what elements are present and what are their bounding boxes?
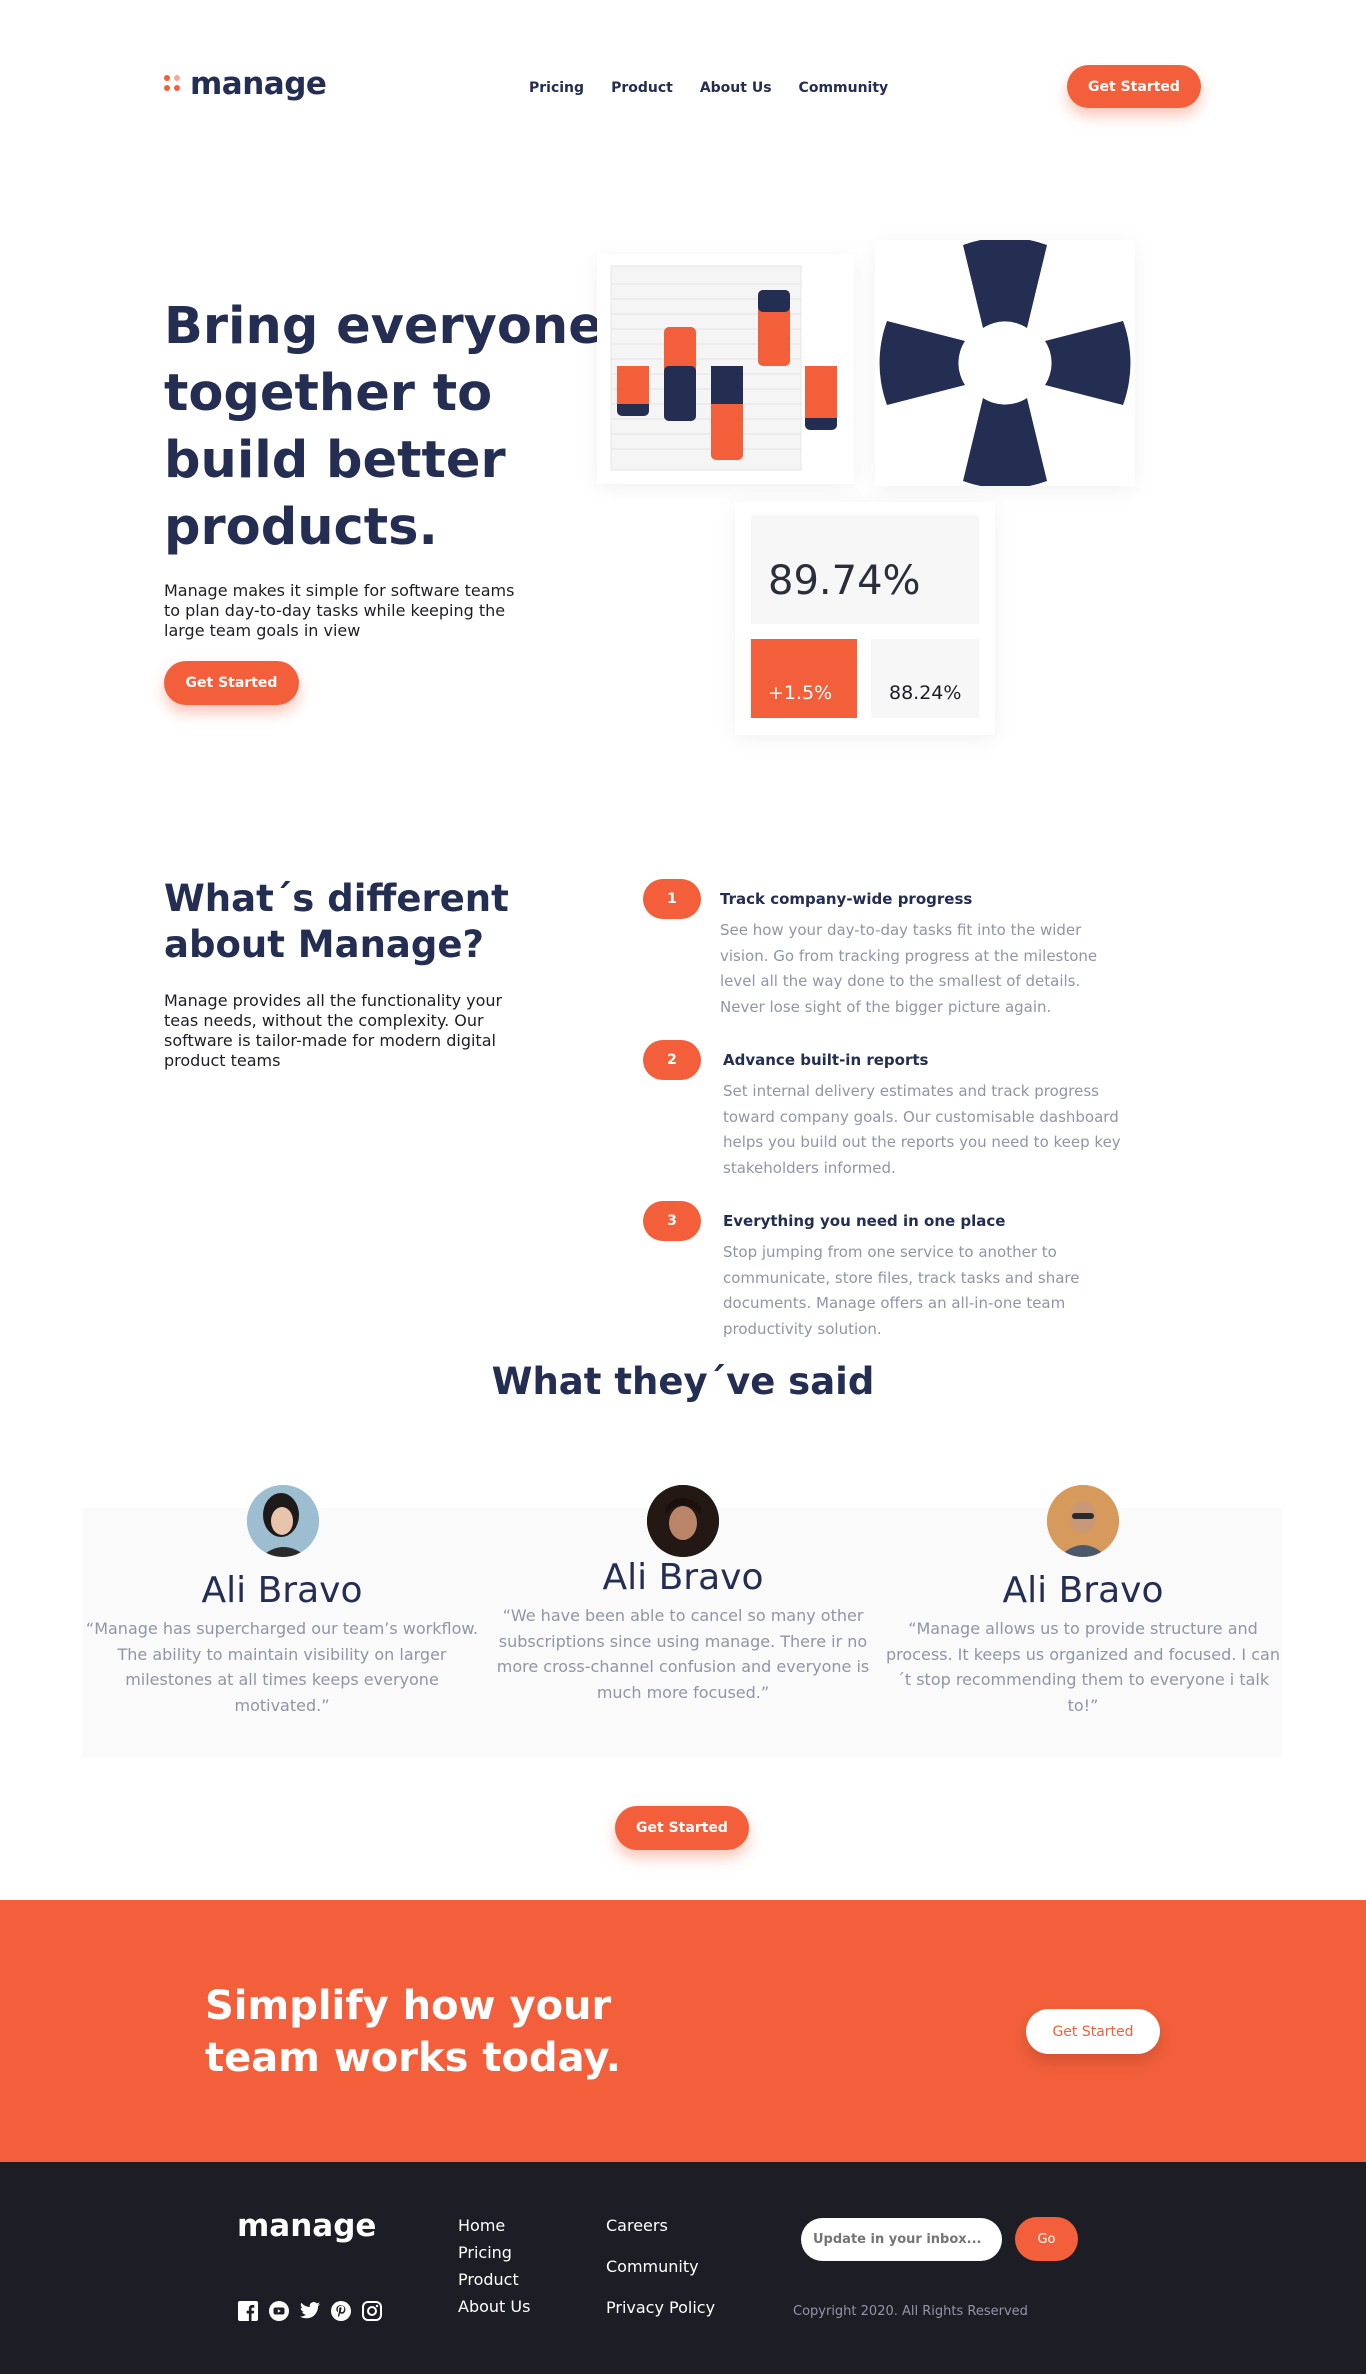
hero-description: Manage makes it simple for software team… [164, 581, 515, 640]
footer-link-community[interactable]: Community [606, 2257, 715, 2276]
footer-logo[interactable]: manage [237, 2208, 376, 2244]
footer-link-privacy-policy[interactable]: Privacy Policy [606, 2298, 715, 2317]
logo-mark-icon [164, 75, 182, 93]
stat-secondary-value: 88.24% [889, 682, 962, 704]
nav-item-about-us[interactable]: About Us [700, 80, 772, 96]
feature-text-2: Set internal delivery estimates and trac… [723, 1082, 1121, 1177]
footer-link-product[interactable]: Product [458, 2270, 530, 2289]
youtube-icon[interactable] [268, 2300, 289, 2321]
header-get-started-button[interactable]: Get Started [1067, 65, 1201, 108]
main-nav: Pricing Product About Us Community [529, 80, 888, 96]
hero-title: Bring everyone together to build better … [164, 297, 603, 557]
feature-number-2: 2 [643, 1040, 701, 1080]
newsletter-go-button[interactable]: Go [1015, 2217, 1078, 2261]
testimonial-name-1: Ali Bravo [201, 1570, 363, 1611]
pie-chart-graphic [879, 237, 1131, 489]
logo[interactable]: manage [164, 66, 327, 102]
newsletter-email-input[interactable] [801, 2218, 1002, 2261]
logo-text: manage [190, 66, 327, 102]
cta-title: Simplify how your team works today. [205, 1983, 621, 2081]
social-links [237, 2300, 382, 2321]
pinterest-icon[interactable] [330, 2300, 351, 2321]
feature-title-2: Advance built-in reports [723, 1051, 929, 1069]
copyright-text: Copyright 2020. All Rights Reserved [793, 2304, 1028, 2319]
testimonial-quote-2: “We have been able to cancel so many oth… [496, 1606, 870, 1702]
cta-get-started-button[interactable]: Get Started [1026, 2009, 1160, 2054]
feature-number-3: 3 [643, 1201, 701, 1241]
feature-text-1: See how your day-to-day tasks fit into t… [720, 921, 1098, 1016]
avatar [247, 1485, 319, 1557]
stat-change-value: +1.5% [768, 682, 833, 704]
avatar [1047, 1485, 1119, 1557]
feature-title-1: Track company-wide progress [720, 890, 973, 908]
footer-link-pricing[interactable]: Pricing [458, 2243, 530, 2262]
nav-item-product[interactable]: Product [611, 80, 673, 96]
bar-chart-illustration [597, 254, 854, 484]
testimonial-name-2: Ali Bravo [602, 1557, 764, 1598]
features-description: Manage provides all the functionality yo… [164, 991, 503, 1070]
stat-change-panel [751, 639, 857, 718]
footer-links-col-2: Careers Community Privacy Policy [606, 2216, 715, 2317]
stats-illustration: 89.74% +1.5% 88.24% [735, 502, 995, 735]
testimonials-title: What they´ve said [491, 1360, 875, 1403]
nav-item-community[interactable]: Community [799, 80, 889, 96]
nav-item-pricing[interactable]: Pricing [529, 80, 584, 96]
footer-link-about-us[interactable]: About Us [458, 2297, 530, 2316]
bar-chart-graphic [610, 265, 837, 471]
footer-links-col-1: Home Pricing Product About Us [458, 2216, 530, 2316]
pie-chart-illustration [875, 237, 1135, 489]
testimonial-name-3: Ali Bravo [1002, 1570, 1164, 1611]
testimonials-get-started-button[interactable]: Get Started [615, 1806, 749, 1850]
instagram-icon[interactable] [361, 2300, 382, 2321]
facebook-icon[interactable] [237, 2300, 258, 2321]
stat-secondary-panel [871, 639, 979, 718]
features-title: What´s different about Manage? [164, 877, 509, 966]
testimonial-quote-3: “Manage allows us to provide structure a… [886, 1619, 1280, 1715]
feature-text-3: Stop jumping from one service to another… [723, 1243, 1080, 1338]
twitter-icon[interactable] [299, 2300, 320, 2321]
footer-link-home[interactable]: Home [458, 2216, 530, 2235]
avatar [647, 1485, 719, 1557]
footer-link-careers[interactable]: Careers [606, 2216, 715, 2235]
feature-title-3: Everything you need in one place [723, 1212, 1006, 1230]
testimonial-quote-1: “Manage has supercharged our team’s work… [85, 1619, 479, 1715]
feature-number-1: 1 [643, 879, 701, 919]
hero-get-started-button[interactable]: Get Started [164, 661, 299, 705]
stat-main-value: 89.74% [768, 558, 921, 604]
